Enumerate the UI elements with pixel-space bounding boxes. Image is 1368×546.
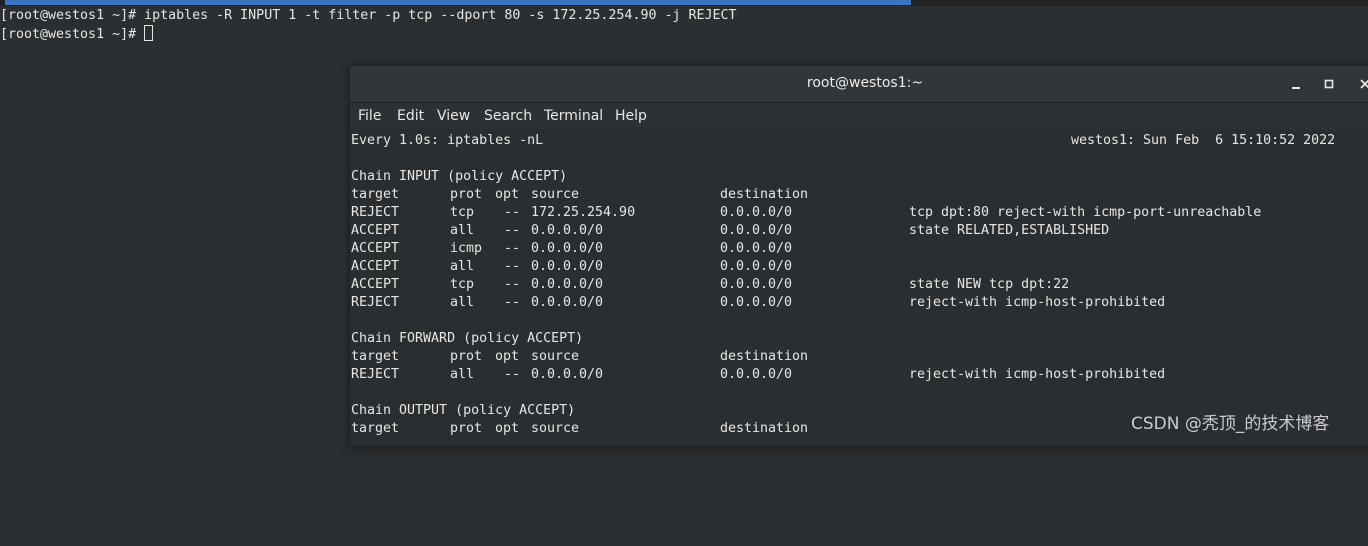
col-opt: opt xyxy=(495,349,520,364)
table-cell: REJECT xyxy=(351,295,400,310)
minimize-button[interactable] xyxy=(1286,74,1306,94)
table-cell: 0.0.0.0/0 xyxy=(531,241,604,256)
table-cell: 0.0.0.0/0 xyxy=(720,241,793,256)
table-cell: ACCEPT xyxy=(351,277,400,292)
watch-header-right: westos1: Sun Feb 6 15:10:52 2022 xyxy=(1071,133,1336,148)
watermark: CSDN @秃顶_的技术博客 xyxy=(1131,414,1330,434)
menu-terminal[interactable]: Terminal xyxy=(544,103,603,129)
table-cell: 0.0.0.0/0 xyxy=(531,277,604,292)
table-cell: -- xyxy=(504,367,521,382)
table-cell: 0.0.0.0/0 xyxy=(531,223,604,238)
watch-header-left: Every 1.0s: iptables -nL xyxy=(351,133,544,148)
col-prot: prot xyxy=(450,421,483,436)
maximize-button[interactable] xyxy=(1319,74,1339,94)
col-target: target xyxy=(351,421,400,436)
col-source: source xyxy=(531,187,580,202)
background-terminal-line-1: [root@westos1 ~]# iptables -R INPUT 1 -t… xyxy=(0,7,737,25)
menu-view[interactable]: View xyxy=(437,103,470,129)
window-title: root@westos1:~ xyxy=(806,75,924,91)
table-cell: reject-with icmp-host-prohibited xyxy=(909,367,1166,382)
table-cell: all xyxy=(450,295,475,310)
table-cell: ACCEPT xyxy=(351,223,400,238)
close-icon xyxy=(1360,79,1368,89)
table-cell: REJECT xyxy=(351,367,400,382)
col-prot: prot xyxy=(450,349,483,364)
table-cell: 172.25.254.90 xyxy=(531,205,636,220)
col-opt: opt xyxy=(495,421,520,436)
chain-title: Chain OUTPUT (policy ACCEPT) xyxy=(351,403,576,418)
window-titlebar[interactable]: root@westos1:~ xyxy=(350,66,1368,103)
table-cell: tcp dpt:80 reject-with icmp-port-unreach… xyxy=(909,205,1262,220)
shell-command: iptables -R INPUT 1 -t filter -p tcp --d… xyxy=(144,8,737,23)
text-cursor xyxy=(144,25,154,41)
minimize-icon xyxy=(1292,87,1300,89)
table-cell: -- xyxy=(504,205,521,220)
table-cell: 0.0.0.0/0 xyxy=(720,205,793,220)
menu-edit[interactable]: Edit xyxy=(397,103,424,129)
shell-prompt: [root@westos1 ~]# xyxy=(0,8,145,23)
col-target: target xyxy=(351,349,400,364)
menu-file[interactable]: File xyxy=(358,103,381,129)
table-cell: state NEW tcp dpt:22 xyxy=(909,277,1070,292)
table-cell: 0.0.0.0/0 xyxy=(720,367,793,382)
table-cell: 0.0.0.0/0 xyxy=(531,295,604,310)
table-cell: all xyxy=(450,223,475,238)
table-cell: -- xyxy=(504,241,521,256)
chain-title: Chain INPUT (policy ACCEPT) xyxy=(351,169,568,184)
table-cell: all xyxy=(450,259,475,274)
table-cell: ACCEPT xyxy=(351,241,400,256)
table-cell: reject-with icmp-host-prohibited xyxy=(909,295,1166,310)
col-destination: destination xyxy=(720,187,809,202)
table-cell: state RELATED,ESTABLISHED xyxy=(909,223,1110,238)
active-tab-indicator[interactable] xyxy=(5,0,911,5)
table-cell: 0.0.0.0/0 xyxy=(720,277,793,292)
table-cell: tcp xyxy=(450,205,475,220)
col-destination: destination xyxy=(720,349,809,364)
table-cell: 0.0.0.0/0 xyxy=(531,367,604,382)
menu-search[interactable]: Search xyxy=(484,103,532,129)
menu-bar: File Edit View Search Terminal Help xyxy=(350,103,1368,129)
table-header: target prot opt source destination xyxy=(351,420,1351,546)
table-cell: -- xyxy=(504,223,521,238)
terminal-window[interactable]: root@westos1:~ File Edit View Search Ter… xyxy=(350,66,1368,446)
table-cell: 0.0.0.0/0 xyxy=(531,259,604,274)
col-prot: prot xyxy=(450,187,483,202)
table-cell: 0.0.0.0/0 xyxy=(720,223,793,238)
table-cell: ACCEPT xyxy=(351,259,400,274)
terminal-output[interactable]: Every 1.0s: iptables -nL westos1: Sun Fe… xyxy=(350,129,1368,446)
table-cell: 0.0.0.0/0 xyxy=(720,295,793,310)
chain-title: Chain FORWARD (policy ACCEPT) xyxy=(351,331,584,346)
table-cell: tcp xyxy=(450,277,475,292)
table-cell: -- xyxy=(504,277,521,292)
close-button[interactable] xyxy=(1355,74,1368,94)
col-destination: destination xyxy=(720,421,809,436)
col-source: source xyxy=(531,349,580,364)
table-cell: 0.0.0.0/0 xyxy=(720,259,793,274)
menu-help[interactable]: Help xyxy=(615,103,647,129)
table-cell: all xyxy=(450,367,475,382)
table-cell: -- xyxy=(504,295,521,310)
col-target: target xyxy=(351,187,400,202)
background-terminal-line-2: [root@westos1 ~]# xyxy=(0,25,154,44)
col-source: source xyxy=(531,421,580,436)
table-cell: -- xyxy=(504,259,521,274)
table-cell: icmp xyxy=(450,241,483,256)
shell-prompt: [root@westos1 ~]# xyxy=(0,27,145,42)
maximize-icon xyxy=(1324,79,1334,89)
col-opt: opt xyxy=(495,187,520,202)
table-cell: REJECT xyxy=(351,205,400,220)
background-tab-bar xyxy=(0,0,1368,6)
